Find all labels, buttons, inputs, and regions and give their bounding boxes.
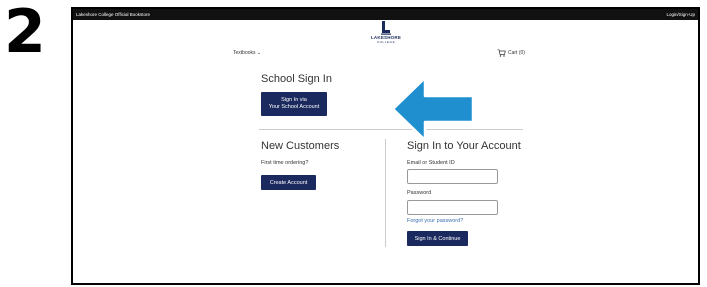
logo-mark-icon [381, 21, 391, 35]
login-signup-link[interactable]: Login/Sign-Up [666, 12, 695, 17]
browser-screenshot: Lakeshore College Official Bookstore Log… [71, 7, 700, 285]
email-label: Email or Student ID [407, 160, 455, 166]
school-signin-button[interactable]: Sign In via Your School Account [261, 92, 327, 116]
arrow-left-icon [391, 76, 475, 142]
step-number: 2 [4, 0, 46, 67]
store-name: Lakeshore College Official Bookstore [76, 12, 150, 17]
create-account-button[interactable]: Create Account [261, 175, 316, 190]
nav-textbooks[interactable]: Textbooks ⌄ [233, 50, 261, 56]
new-customers-title: New Customers [261, 140, 340, 152]
first-time-prompt: First time ordering? [261, 160, 309, 166]
logo-subtitle: COLLEGE [376, 40, 396, 44]
cart-icon [497, 49, 506, 57]
school-signin-title: School Sign In [261, 73, 332, 85]
cart-label: Cart (0) [508, 50, 525, 56]
forgot-password-link[interactable]: Forgot your password? [407, 218, 463, 224]
school-signin-button-line1: Sign In via [281, 97, 307, 103]
nav-cart[interactable]: Cart (0) [497, 49, 525, 57]
email-field[interactable] [407, 169, 498, 184]
college-logo[interactable]: LAKESHORE COLLEGE [366, 21, 406, 44]
nav-textbooks-label: Textbooks [233, 50, 256, 56]
top-bar: Lakeshore College Official Bookstore Log… [73, 9, 698, 20]
chevron-down-icon: ⌄ [256, 50, 262, 56]
password-field[interactable] [407, 200, 498, 215]
column-divider [385, 139, 386, 247]
password-label: Password [407, 190, 432, 196]
school-signin-button-line2: Your School Account [268, 104, 320, 110]
signin-continue-button[interactable]: Sign In & Continue [407, 231, 468, 246]
